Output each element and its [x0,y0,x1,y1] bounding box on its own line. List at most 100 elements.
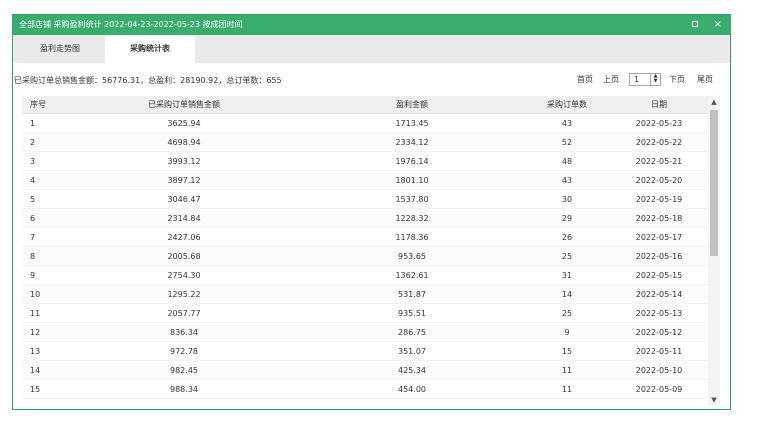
cell-date: 2022-05-12 [635,328,683,337]
column-header-sales-amount[interactable]: 已采购订单销售金额 [114,96,254,114]
cell-index: 14 [30,366,41,375]
table-row[interactable]: 15 988.34 454.00 11 2022-05-09 [22,380,708,399]
cell-order-count: 9 [564,328,570,337]
cell-index: 1 [30,119,36,128]
table-row[interactable]: 2 4698.94 2334.12 52 2022-05-22 [22,133,708,152]
maximize-icon[interactable] [692,21,698,27]
cell-sales-amount: 3625.94 [167,119,201,128]
cell-date: 2022-05-20 [635,176,683,185]
cell-date: 2022-05-22 [635,138,683,147]
cell-profit: 1976.14 [395,157,429,166]
cell-index: 13 [30,347,41,356]
scroll-down-icon[interactable]: ▼ [708,396,720,404]
cell-profit: 531.87 [398,290,426,299]
column-header-date[interactable]: 日期 [614,96,704,114]
cell-sales-amount: 3993.12 [167,157,201,166]
cell-profit: 1801.10 [395,176,429,185]
cell-sales-amount: 988.34 [170,385,198,394]
cell-date: 2022-05-13 [635,309,683,318]
cell-order-count: 25 [561,309,573,318]
cell-sales-amount: 2057.77 [167,309,201,318]
cell-sales-amount: 3897.12 [167,176,201,185]
pager-last-button[interactable]: 尾页 [697,73,713,87]
close-icon[interactable]: × [714,15,722,35]
cell-profit: 286.75 [398,328,426,337]
tab-profit-trend[interactable]: 盈利走势图 [15,35,105,63]
dialog-titlebar: 全部店铺 采购盈利统计 2022-04-23-2022-05-23 按成团时间 … [13,15,730,35]
table-row[interactable]: 11 2057.77 935.51 25 2022-05-13 [22,304,708,323]
cell-order-count: 26 [561,233,573,242]
pager-first-button[interactable]: 首页 [577,73,593,87]
cell-order-count: 25 [561,252,573,261]
table-row[interactable]: 14 982.45 425.34 11 2022-05-10 [22,361,708,380]
table-row[interactable]: 4 3897.12 1801.10 43 2022-05-20 [22,171,708,190]
cell-date: 2022-05-23 [635,119,683,128]
cell-date: 2022-05-16 [635,252,683,261]
table-row[interactable]: 5 3046.47 1537.80 30 2022-05-19 [22,190,708,209]
cell-index: 11 [30,309,41,318]
cell-sales-amount: 836.34 [170,328,198,337]
cell-order-count: 31 [561,271,573,280]
cell-date: 2022-05-11 [635,347,683,356]
cell-date: 2022-05-19 [635,195,683,204]
cell-order-count: 43 [561,119,573,128]
cell-order-count: 43 [561,176,573,185]
cell-profit: 953.65 [398,252,426,261]
table-row[interactable]: 8 2005.68 953.65 25 2022-05-16 [22,247,708,266]
dialog-title: 全部店铺 采购盈利统计 2022-04-23-2022-05-23 按成团时间 [19,20,243,29]
cell-sales-amount: 3046.47 [167,195,201,204]
column-header-profit[interactable]: 盈利金额 [342,96,482,114]
cell-date: 2022-05-15 [635,271,683,280]
vertical-scrollbar[interactable]: ▲ ▼ [708,96,720,406]
table-row[interactable]: 12 836.34 286.75 9 2022-05-12 [22,323,708,342]
page-number-value: 1 [634,75,640,84]
table-row[interactable]: 7 2427.06 1178.36 26 2022-05-17 [22,228,708,247]
cell-order-count: 11 [561,366,573,375]
pager-prev-button[interactable]: 上页 [603,73,619,87]
cell-date: 2022-05-17 [635,233,683,242]
cell-profit: 351.07 [398,347,426,356]
table-row[interactable]: 6 2314.84 1228.32 29 2022-05-18 [22,209,708,228]
cell-index: 2 [30,138,36,147]
page-stepper-icon[interactable]: ▲ ▼ [650,74,660,85]
column-header-index[interactable]: 序号 [30,96,46,114]
cell-profit: 1178.36 [395,233,429,242]
cell-index: 10 [30,290,41,299]
cell-order-count: 11 [561,385,573,394]
cell-date: 2022-05-18 [635,214,683,223]
cell-sales-amount: 1295.22 [167,290,201,299]
table-body: 1 3625.94 1713.45 43 2022-05-23 2 4698.94 2334.… [22,114,708,399]
cell-order-count: 15 [561,347,573,356]
scroll-up-icon[interactable]: ▲ [708,98,720,106]
column-header-order-count[interactable]: 采购订单数 [522,96,612,114]
tab-purchase-stats[interactable]: 采购统计表 [105,35,195,63]
cell-sales-amount: 972.78 [170,347,198,356]
summary-text: 已采购订单总销售金额：56776.31，总盈利：28190.92，总订单数：65… [14,76,282,85]
scrollbar-thumb[interactable] [710,110,718,256]
cell-profit: 454.00 [398,385,426,394]
table-row[interactable]: 13 972.78 351.07 15 2022-05-11 [22,342,708,361]
cell-order-count: 14 [561,290,573,299]
cell-sales-amount: 2754.30 [167,271,201,280]
cell-sales-amount: 2005.68 [167,252,201,261]
table-row[interactable]: 1 3625.94 1713.45 43 2022-05-23 [22,114,708,133]
page-number-input[interactable]: 1 ▲ ▼ [629,73,661,86]
cell-order-count: 52 [561,138,573,147]
cell-index: 4 [30,176,36,185]
pager-next-button[interactable]: 下页 [669,73,685,87]
cell-order-count: 29 [561,214,573,223]
table-row[interactable]: 3 3993.12 1976.14 48 2022-05-21 [22,152,708,171]
cell-profit: 1362.61 [395,271,429,280]
cell-sales-amount: 2314.84 [167,214,201,223]
table-row[interactable]: 10 1295.22 531.87 14 2022-05-14 [22,285,708,304]
cell-order-count: 48 [561,157,573,166]
cell-profit: 425.34 [398,366,426,375]
cell-profit: 935.51 [398,309,426,318]
cell-date: 2022-05-10 [635,366,683,375]
cell-profit: 1228.32 [395,214,429,223]
cell-index: 9 [30,271,36,280]
cell-date: 2022-05-21 [635,157,683,166]
cell-profit: 2334.12 [395,138,429,147]
cell-index: 15 [30,385,41,394]
table-row[interactable]: 9 2754.30 1362.61 31 2022-05-15 [22,266,708,285]
